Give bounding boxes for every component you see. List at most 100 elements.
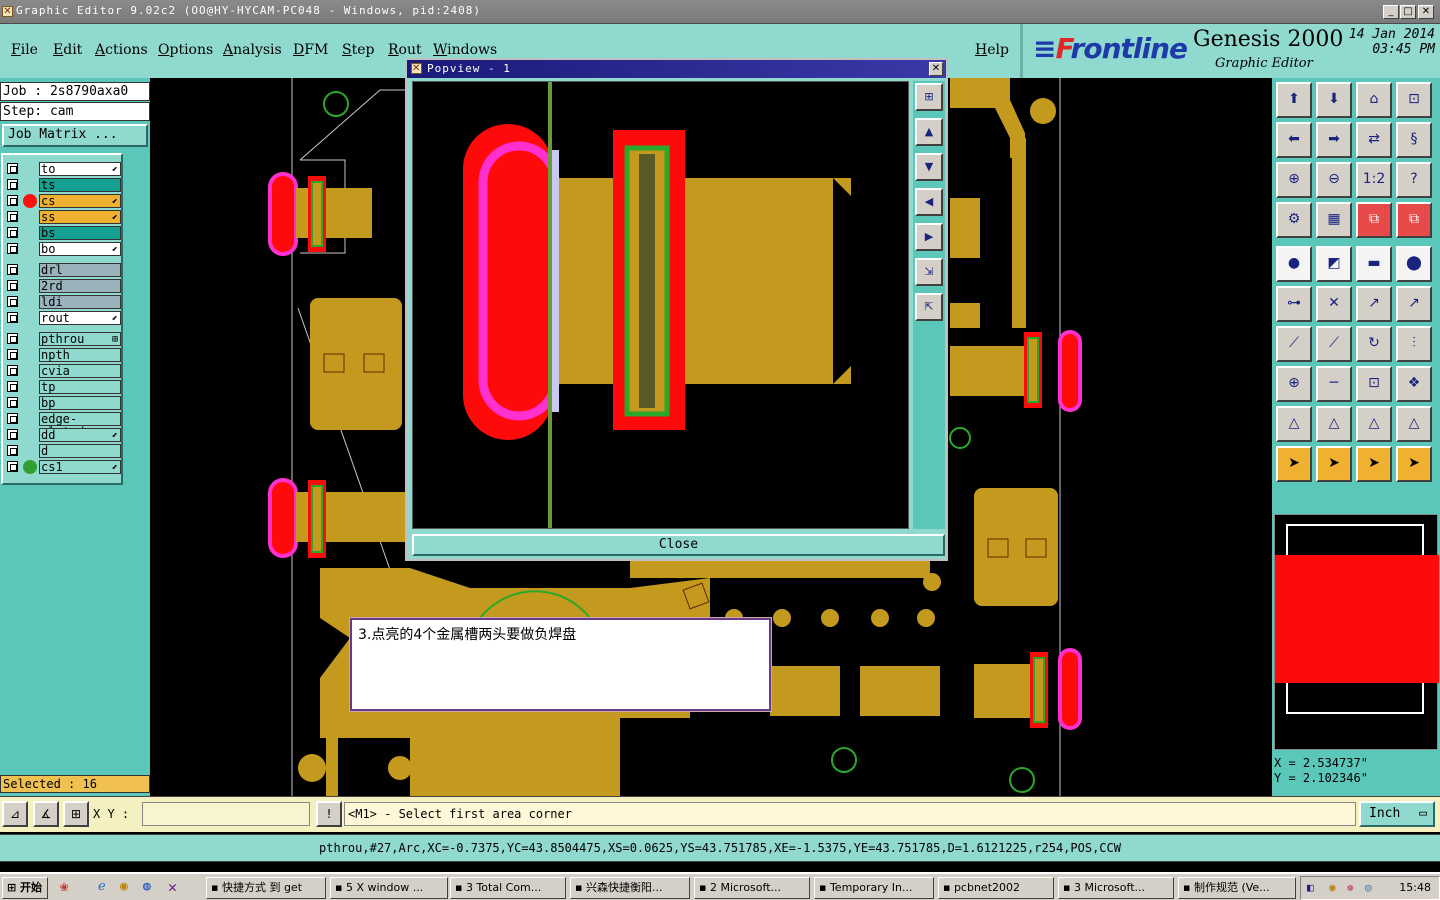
layer-name[interactable]: bs <box>39 226 121 240</box>
tray-clock-icon[interactable]: ◉ <box>1329 881 1336 894</box>
tool-line-icon[interactable]: ⟋ <box>1276 326 1312 362</box>
ime-icon[interactable]: ◧ <box>1307 881 1314 894</box>
tool-center-icon[interactable]: ⊡ <box>1356 366 1392 402</box>
tool-group-icon[interactable]: ❖ <box>1396 366 1432 402</box>
menu-edit[interactable]: Edit <box>53 42 82 58</box>
job-matrix-button[interactable]: Job Matrix ... <box>2 124 148 147</box>
tool-pointer-2-icon[interactable]: ➤ <box>1316 446 1352 482</box>
tool-ruler-icon[interactable]: ▬ <box>1356 246 1392 282</box>
layer-name[interactable]: ss ⬋ <box>39 210 121 224</box>
layer-row-tp[interactable]: tp <box>3 379 121 395</box>
tool-rotate-icon[interactable]: ↻ <box>1356 326 1392 362</box>
tool-zoom-in-icon[interactable]: ⊕ <box>1276 162 1312 198</box>
taskbar-item[interactable]: ▪ 快捷方式 到 get <box>206 877 326 899</box>
layer-row-edge-plated[interactable]: edge-plated <box>3 411 121 439</box>
layer-checkbox[interactable] <box>7 461 18 472</box>
menu-dfm[interactable]: DFM <box>293 42 328 58</box>
tool-split-icon[interactable]: ─ <box>1316 366 1352 402</box>
taskbar-item[interactable]: ▪ 2 Microsoft... <box>694 877 810 899</box>
minimize-button[interactable]: _ <box>1383 5 1399 19</box>
popview-pan-down-icon[interactable]: ▼ <box>915 153 943 181</box>
layer-name[interactable]: 2rd <box>39 279 121 293</box>
tool-grid-icon[interactable]: ▦ <box>1316 202 1352 238</box>
layer-checkbox[interactable] <box>7 413 18 424</box>
tool-tri-4-icon[interactable]: △ <box>1396 406 1432 442</box>
snap-icon[interactable]: ⊿ <box>2 801 28 827</box>
tool-zoom-window-icon[interactable]: ⊡ <box>1396 82 1432 118</box>
tray-app-icon[interactable]: ❁ <box>1347 881 1354 894</box>
tool-copy-icon[interactable]: ↗ <box>1396 286 1432 322</box>
layer-checkbox[interactable] <box>7 195 18 206</box>
tool-select-red-icon[interactable]: ⧉ <box>1356 202 1392 238</box>
layer-name[interactable]: cs1 ⬋ <box>39 460 121 474</box>
layer-name[interactable]: pthrou ⊞ <box>39 332 121 346</box>
layer-checkbox[interactable] <box>7 211 18 222</box>
tool-arc-icon[interactable]: ⟋ <box>1316 326 1352 362</box>
menu-analysis[interactable]: Analysis <box>223 42 282 58</box>
layer-checkbox[interactable] <box>7 429 18 440</box>
overview-minimap[interactable] <box>1274 514 1439 750</box>
layer-name[interactable]: cs ⬋ <box>39 194 121 208</box>
layer-name[interactable]: edge-plated <box>39 412 121 439</box>
layer-checkbox[interactable] <box>7 365 18 376</box>
layer-row-bo[interactable]: bo ⬋ <box>3 241 121 257</box>
browser-icon[interactable]: ◍ <box>143 879 151 894</box>
taskbar-item[interactable]: ▪ 制作规范 (Ve... <box>1178 877 1296 899</box>
layer-name[interactable]: bp <box>39 396 121 410</box>
unit-selector[interactable]: Inch ▭ <box>1359 801 1435 827</box>
popview-close-button[interactable]: Close <box>412 534 945 556</box>
layer-row-2rd[interactable]: 2rd <box>3 278 121 294</box>
tool-tri-3-icon[interactable]: △ <box>1356 406 1392 442</box>
popview-canvas[interactable] <box>412 81 909 529</box>
popview-zoom-in-icon[interactable]: ⇲ <box>915 258 943 286</box>
clock-app-icon[interactable]: ◉ <box>120 879 128 894</box>
popview-zoom-out-icon[interactable]: ⇱ <box>915 293 943 321</box>
layer-row-bs[interactable]: bs <box>3 225 121 241</box>
tool-redraw-icon[interactable]: § <box>1396 122 1432 158</box>
quicklaunch-icon[interactable]: ❀ <box>60 879 68 895</box>
popview-close-x-button[interactable]: ✕ <box>929 62 943 76</box>
layer-checkbox[interactable] <box>7 179 18 190</box>
popview-zoom-fit-icon[interactable]: ⊞ <box>915 83 943 111</box>
layer-row-to[interactable]: to ⬋ <box>3 161 121 177</box>
layer-row-npth[interactable]: npth <box>3 347 121 363</box>
tool-pan-up-icon[interactable]: ⬆ <box>1276 82 1312 118</box>
layer-name[interactable]: dd ⬋ <box>39 428 121 442</box>
menu-rout[interactable]: Rout <box>388 42 422 58</box>
menu-windows[interactable]: Windows <box>433 42 497 58</box>
layer-row-ldi[interactable]: ldi <box>3 294 121 310</box>
layer-row-cs[interactable]: cs ⬋ <box>3 193 121 209</box>
grid-icon[interactable]: ⊞ <box>63 801 89 827</box>
layer-row-ss[interactable]: ss ⬋ <box>3 209 121 225</box>
tool-tri-1-icon[interactable]: △ <box>1276 406 1312 442</box>
tool-circle-icon[interactable]: ⬤ <box>1396 246 1432 282</box>
tool-pan-left-icon[interactable]: ⬅ <box>1276 122 1312 158</box>
xwin-icon[interactable]: ✕ <box>168 878 177 896</box>
menu-file[interactable]: File <box>11 42 38 58</box>
ie-icon[interactable]: ℯ <box>98 879 106 894</box>
taskbar-item[interactable]: ▪ 兴森快捷衡阳... <box>570 877 690 899</box>
layer-row-drl[interactable]: drl <box>3 262 121 278</box>
tool-filter-icon[interactable]: ⚙ <box>1276 202 1312 238</box>
layer-checkbox[interactable] <box>7 296 18 307</box>
layer-row-d[interactable]: d <box>3 443 121 459</box>
layer-checkbox[interactable] <box>7 280 18 291</box>
tool-select-red-2-icon[interactable]: ⧉ <box>1396 202 1432 238</box>
popview-pan-left-icon[interactable]: ◀ <box>915 188 943 216</box>
tool-zoom-1to1-icon[interactable]: 1:2 <box>1356 162 1392 198</box>
layer-checkbox[interactable] <box>7 312 18 323</box>
taskbar-item[interactable]: ▪ pcbnet2002 <box>938 877 1054 899</box>
layer-name[interactable]: ts <box>39 178 121 192</box>
tool-pad-icon[interactable]: ◩ <box>1316 246 1352 282</box>
tool-move-icon[interactable]: ↗ <box>1356 286 1392 322</box>
layer-row-rout[interactable]: rout ⬋ <box>3 310 121 326</box>
menu-actions[interactable]: Actions <box>95 42 148 58</box>
maximize-button[interactable]: □ <box>1400 5 1416 19</box>
close-window-button[interactable]: ✕ <box>1418 5 1434 19</box>
taskbar-item[interactable]: ▪ 3 Microsoft... <box>1058 877 1174 899</box>
tool-swap-icon[interactable]: ⇄ <box>1356 122 1392 158</box>
layer-name[interactable]: tp <box>39 380 121 394</box>
menu-step[interactable]: Step <box>342 42 374 58</box>
layer-checkbox[interactable] <box>7 349 18 360</box>
tool-pointer-3-icon[interactable]: ➤ <box>1356 446 1392 482</box>
